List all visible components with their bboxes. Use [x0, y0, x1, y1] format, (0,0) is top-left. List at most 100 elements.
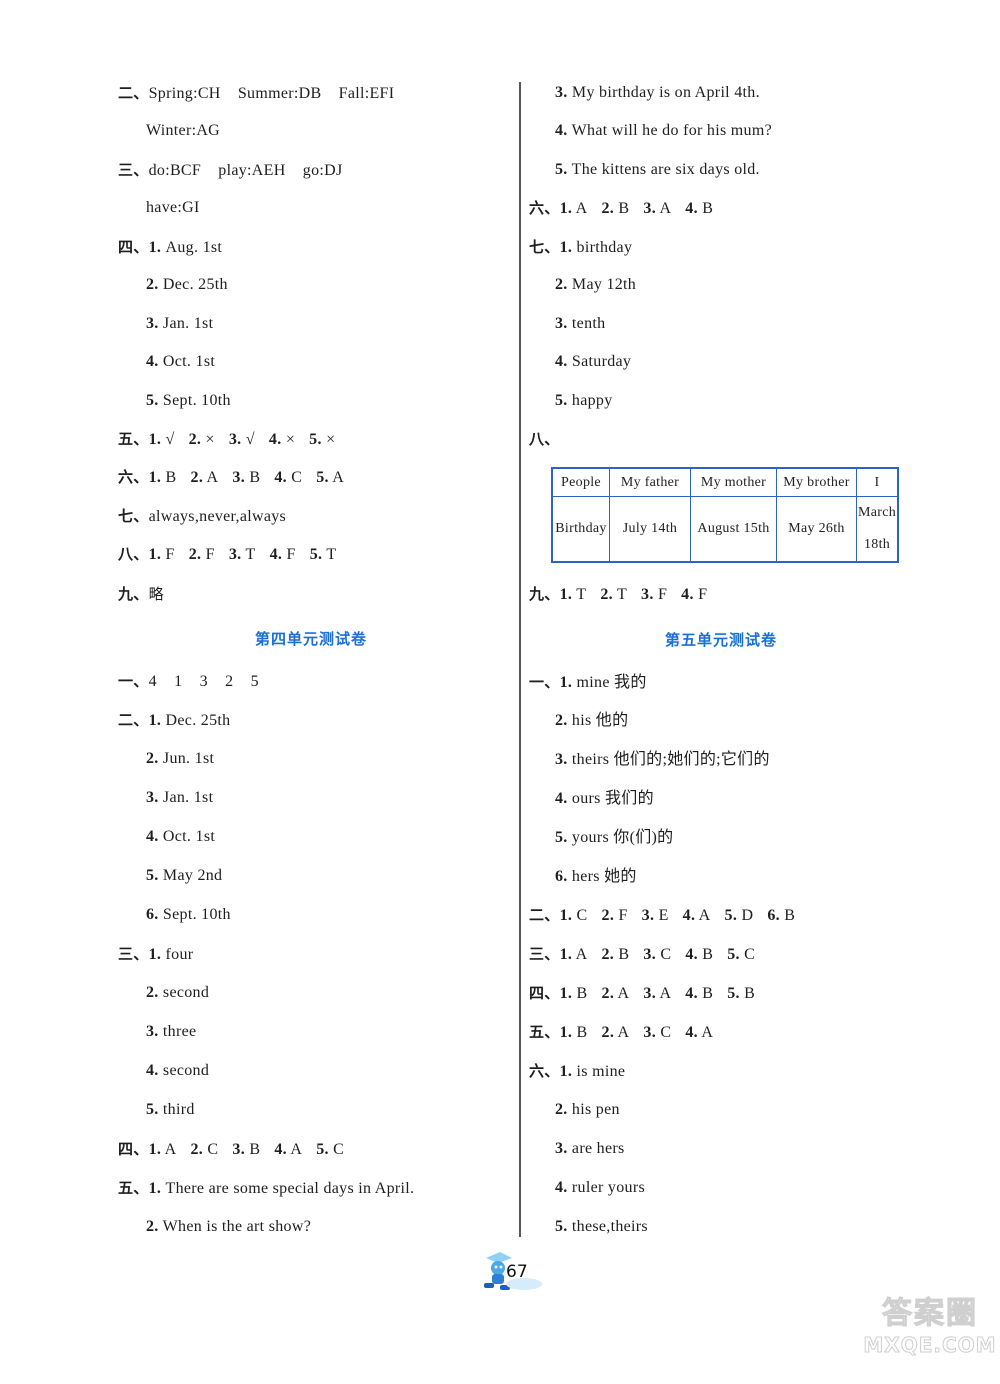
item-number: 1.	[559, 1063, 573, 1080]
answer-text: Saturday	[571, 353, 632, 370]
answer-line: 九、略	[118, 584, 164, 605]
answer-text: yours 你(们)的	[571, 829, 674, 846]
section-numeral: 七、	[118, 507, 149, 525]
cell-line: 18th	[863, 537, 891, 552]
section-numeral: 五、	[529, 1023, 560, 1041]
answer-text: F	[657, 586, 668, 603]
answer-text: F	[698, 586, 708, 603]
answer-text: C	[291, 469, 303, 486]
answer-text: B	[702, 946, 714, 963]
answer-text: four	[165, 946, 194, 963]
item-number: 5.	[724, 907, 738, 924]
watermark-url: MXQE.COM	[863, 1333, 997, 1358]
item-number: 4.	[685, 946, 698, 963]
answer-text: do:BCF play:AEH go:DJ	[148, 162, 343, 179]
answer-text: B	[165, 469, 177, 486]
birthday-table: People My father My mother My brother I …	[551, 467, 900, 563]
mascot-foot	[484, 1283, 494, 1288]
section-numeral: 三、	[529, 945, 560, 963]
item-number: 3.	[232, 469, 246, 486]
answer-text: three	[162, 1023, 197, 1040]
answer-text: C	[207, 1141, 219, 1158]
answer-line: 一、1. mine 我的	[529, 672, 647, 693]
answer-text: May 12th	[571, 276, 637, 293]
table-cell: March 18th	[856, 496, 899, 563]
answer-line: 6. Sept. 10th	[146, 905, 231, 925]
item-number: 1.	[559, 674, 573, 691]
mascot-body	[492, 1274, 504, 1284]
page-number: 67	[506, 1262, 528, 1282]
item-number: 4.	[146, 828, 159, 845]
item-number: 2.	[600, 586, 613, 603]
section-numeral: 七、	[529, 238, 560, 256]
item-number: 3.	[555, 1140, 568, 1157]
answer-text: B	[618, 200, 630, 217]
answer-text: D	[741, 907, 754, 924]
item-number: 4.	[682, 907, 696, 924]
answer-text: these,theirs	[571, 1218, 648, 1235]
answer-line: Winter:AG	[146, 121, 220, 141]
item-number: 3.	[641, 586, 654, 603]
answer-text: A	[659, 200, 672, 217]
item-number: 2.	[190, 469, 204, 486]
item-number: 5.	[555, 161, 568, 178]
answer-line: 2. May 12th	[555, 275, 636, 295]
answer-text: Aug. 1st	[165, 239, 223, 256]
answer-text: The kittens are six days old.	[571, 161, 760, 178]
answer-text: T	[576, 586, 587, 603]
answer-text: ruler yours	[571, 1179, 645, 1196]
answer-text: F	[205, 546, 215, 563]
item-number: 1.	[559, 239, 573, 256]
answer-text: second	[162, 984, 210, 1001]
answer-line: 5. yours 你(们)的	[555, 828, 673, 848]
answer-line: 四、1. B 2. A 3. A 4. B 5. B	[529, 983, 769, 1004]
answer-text: C	[660, 946, 672, 963]
answer-text: A	[164, 1141, 177, 1158]
item-number: 2.	[188, 431, 202, 448]
answer-line: 一、4 1 3 2 5	[118, 671, 259, 692]
answer-text: Spring:CH Summer:DB Fall:EFI	[148, 85, 395, 102]
section-numeral: 九、	[118, 585, 149, 603]
section-numeral: 一、	[118, 672, 149, 690]
item-number: 3.	[146, 1023, 159, 1040]
unit-4-heading: 第四单元测试卷	[255, 630, 368, 648]
item-number: 4.	[685, 200, 698, 217]
answer-text: Sept. 10th	[162, 906, 231, 923]
cross-mark-icon: ×	[205, 431, 215, 448]
section-numeral: 八、	[529, 430, 560, 448]
answer-line: 七、always,never,always	[118, 506, 286, 527]
section-numeral: 四、	[118, 238, 149, 256]
item-number: 2.	[555, 712, 568, 729]
answer-line: 八、	[529, 429, 560, 450]
answer-line: 3. Jan. 1st	[146, 788, 213, 808]
answer-line: 二、1. Dec. 25th	[118, 710, 230, 731]
item-number: 2.	[146, 276, 159, 293]
item-number: 1.	[559, 907, 573, 924]
item-number: 1.	[148, 469, 162, 486]
answer-text: B	[576, 985, 588, 1002]
item-number: 2.	[601, 200, 615, 217]
item-number: 3.	[228, 546, 242, 563]
item-number: 3.	[146, 789, 159, 806]
answer-text: B	[702, 200, 714, 217]
answer-line: 二、1. C 2. F 3. E 4. A 5. D 6. B	[529, 905, 809, 926]
section-numeral: 四、	[529, 984, 560, 1002]
section-numeral: 二、	[118, 84, 149, 102]
item-number: 3.	[555, 84, 568, 101]
answer-line: 五、1. B 2. A 3. C 4. A	[529, 1022, 727, 1043]
unit-5-heading: 第五单元测试卷	[665, 631, 778, 649]
answer-line: 2. Jun. 1st	[146, 749, 214, 769]
table-cell: My brother	[776, 467, 857, 497]
answer-line: 5. May 2nd	[146, 866, 222, 886]
item-number: 3.	[643, 946, 657, 963]
item-number: 5.	[555, 1218, 568, 1235]
cross-mark-icon: ×	[285, 431, 296, 448]
answer-text: B	[618, 946, 630, 963]
section-numeral: 九、	[529, 585, 560, 603]
answer-text: birthday	[576, 239, 633, 256]
answer-text: 4 1 3 2 5	[148, 673, 259, 690]
item-number: 2.	[555, 1101, 568, 1118]
item-number: 5.	[555, 392, 568, 409]
item-number: 6.	[146, 906, 159, 923]
answer-text: Dec. 25th	[162, 276, 228, 293]
